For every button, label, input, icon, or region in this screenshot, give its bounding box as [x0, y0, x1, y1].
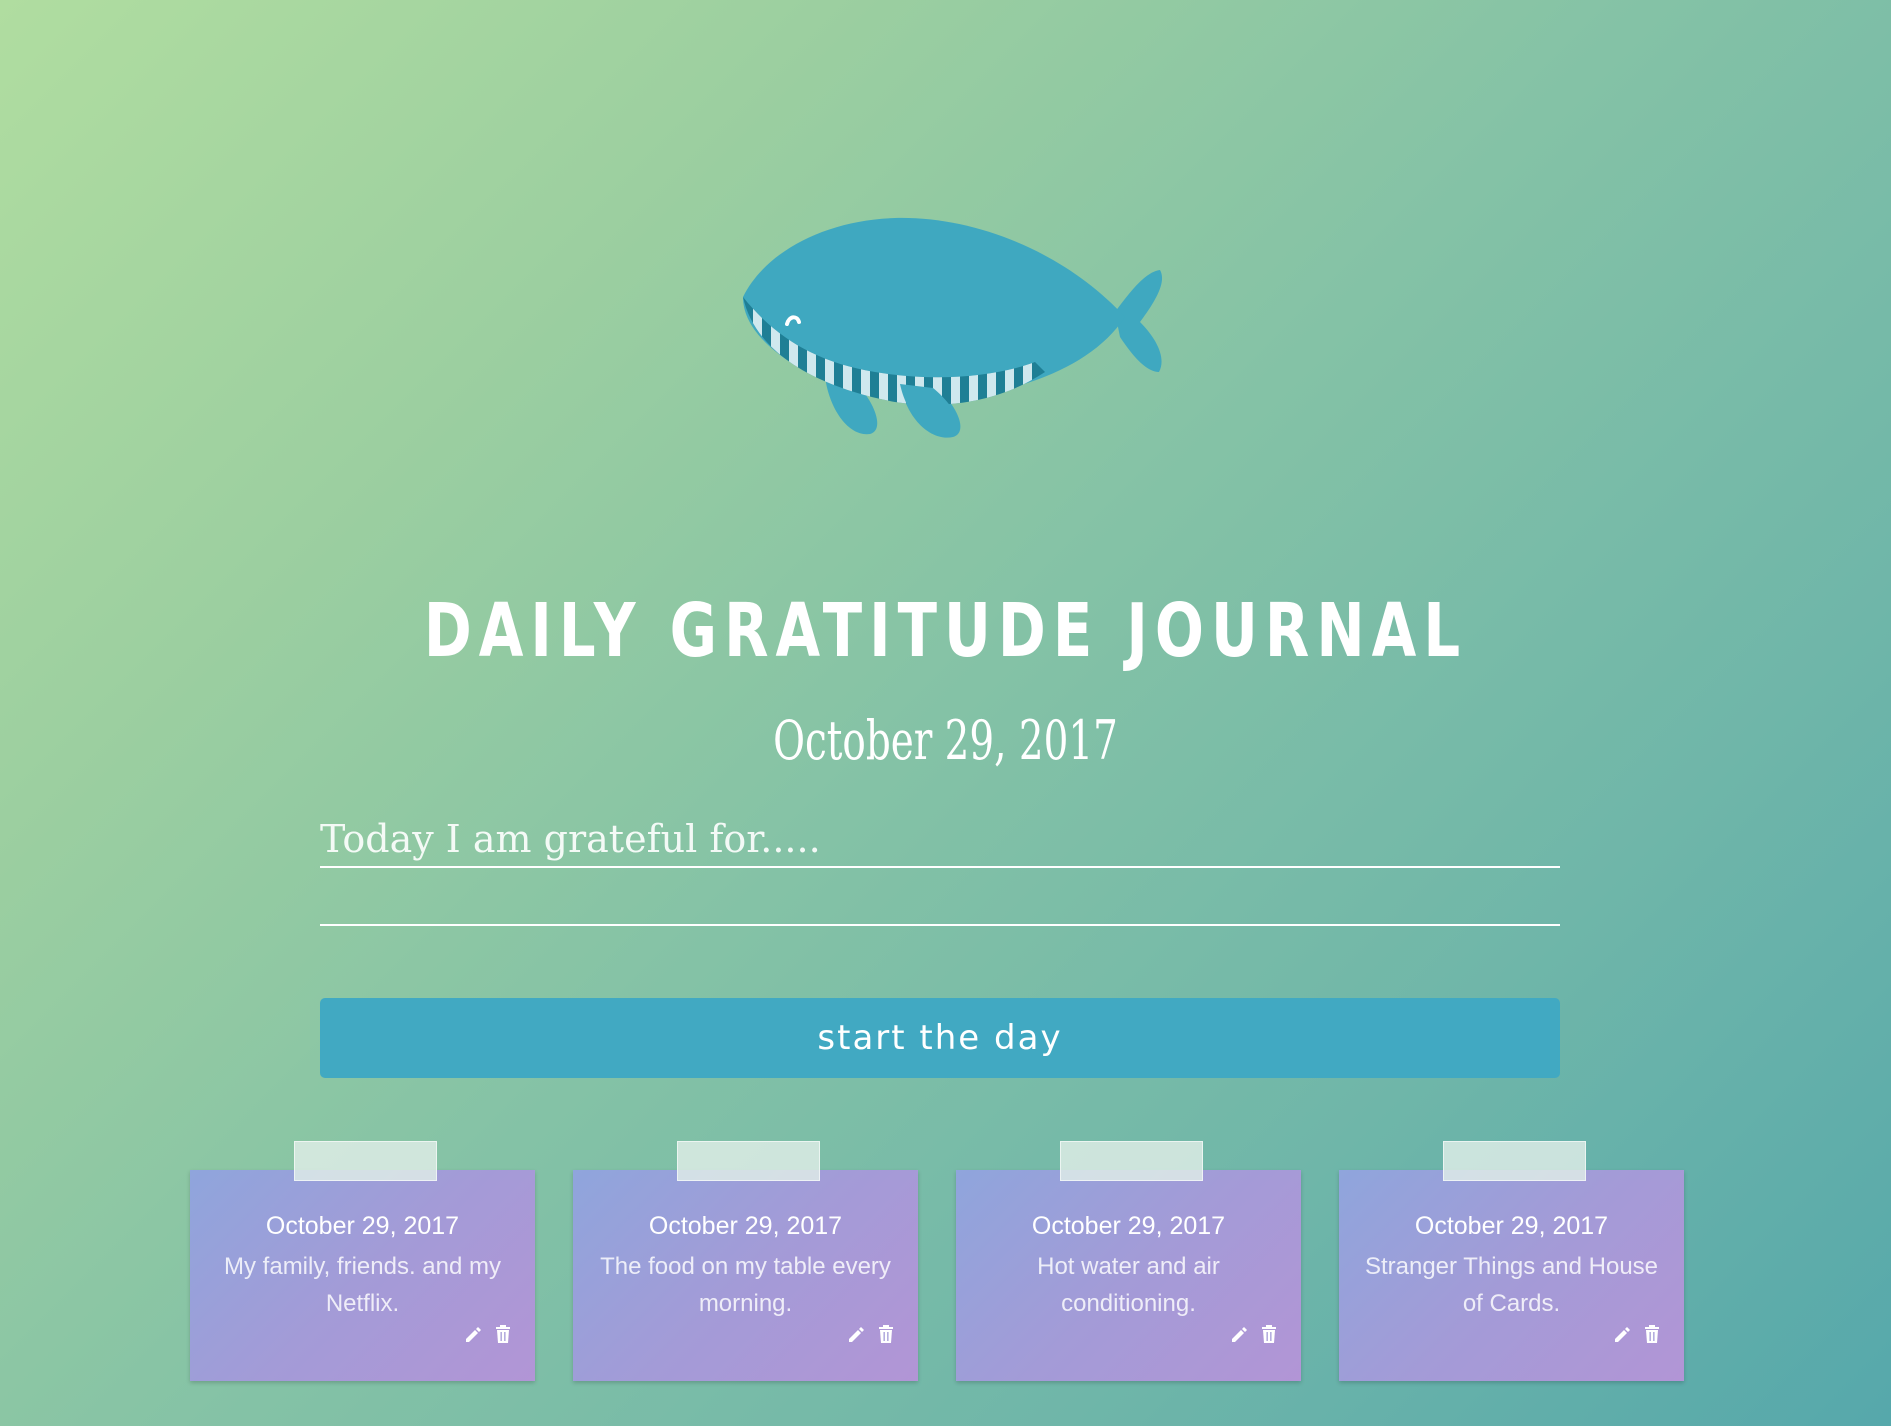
pencil-icon[interactable]	[846, 1324, 866, 1344]
trash-icon[interactable]	[1259, 1324, 1279, 1344]
page-title: DAILY GRATITUDE JOURNAL	[423, 588, 1468, 674]
journal-entry-card: October 29, 2017 Hot water and air condi…	[956, 1141, 1301, 1381]
current-date: October 29, 2017	[773, 709, 1118, 772]
journal-entry-card: October 29, 2017 My family, friends. and…	[190, 1141, 535, 1381]
entry-date: October 29, 2017	[265, 1212, 460, 1240]
whale-icon	[743, 217, 1163, 438]
tape-decoration	[1443, 1141, 1586, 1181]
trash-icon[interactable]	[876, 1324, 896, 1344]
journal-entry-card: October 29, 2017 Stranger Things and Hou…	[1339, 1141, 1684, 1381]
trash-icon[interactable]	[493, 1324, 513, 1344]
entry-text: Stranger Things and House of Cards.	[1364, 1253, 1659, 1317]
pencil-icon[interactable]	[1612, 1324, 1632, 1344]
gratitude-input[interactable]	[320, 812, 1560, 868]
entry-text: The food on my table every morning.	[600, 1253, 891, 1317]
entry-text: Hot water and air conditioning.	[1037, 1253, 1220, 1317]
entry-date: October 29, 2017	[648, 1212, 843, 1240]
pencil-icon[interactable]	[463, 1324, 483, 1344]
journal-entry-card: October 29, 2017 The food on my table ev…	[573, 1141, 918, 1381]
pencil-icon[interactable]	[1229, 1324, 1249, 1344]
tape-decoration	[294, 1141, 437, 1181]
entry-date: October 29, 2017	[1414, 1212, 1609, 1240]
entry-text: My family, friends. and my Netflix.	[224, 1253, 501, 1317]
start-the-day-button[interactable]: start the day	[320, 998, 1560, 1078]
tape-decoration	[1060, 1141, 1203, 1181]
entry-date: October 29, 2017	[1031, 1212, 1226, 1240]
trash-icon[interactable]	[1642, 1324, 1662, 1344]
tape-decoration	[677, 1141, 820, 1181]
input-divider	[320, 924, 1560, 926]
